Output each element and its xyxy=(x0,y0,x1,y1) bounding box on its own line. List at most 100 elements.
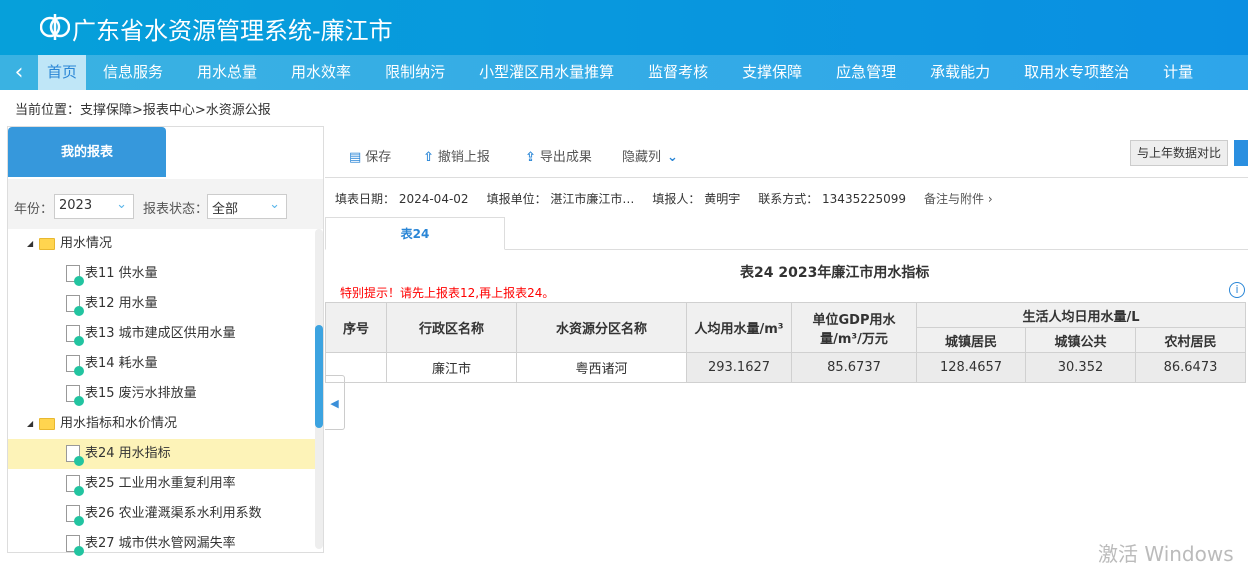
tab-table24[interactable]: 表24 xyxy=(325,217,505,250)
tree-folder[interactable]: ◢ 用水情况 xyxy=(8,229,316,259)
chevron-down-icon: ⌄ xyxy=(116,197,127,212)
extra-button[interactable] xyxy=(1234,140,1248,166)
report-info: 填表日期： 2024-04-02 填报单位： 湛江市廉江市… 填报人： 黄明宇 联系方… xyxy=(335,190,1011,207)
report-upload-icon xyxy=(66,295,84,316)
tree-item-selected[interactable]: 表24 用水指标 xyxy=(8,439,316,469)
col-urban: 城镇居民 xyxy=(916,327,1026,353)
report-upload-icon xyxy=(66,385,84,406)
tree-item[interactable]: 表25 工业用水重复利用率 xyxy=(8,469,316,499)
tree-item[interactable]: 表11 供水量 xyxy=(8,259,316,289)
caret-left-icon: ◀ xyxy=(330,397,339,410)
tab-my-reports[interactable]: 我的报表 xyxy=(8,127,166,177)
expand-triangle-icon[interactable]: ◢ xyxy=(27,229,33,259)
cell-gdp: 85.6737 xyxy=(791,352,917,383)
tree-item[interactable]: 表12 用水量 xyxy=(8,289,316,319)
app-title: 广东省水资源管理系统-廉江市 xyxy=(72,17,393,45)
report-upload-icon xyxy=(66,505,84,526)
nav-item[interactable]: 小型灌区用水量推算 xyxy=(462,55,631,90)
item-label: 表24 用水指标 xyxy=(85,446,171,461)
year-value: 2023 xyxy=(59,198,93,213)
tree-item[interactable]: 表26 农业灌溉渠系水利用系数 xyxy=(8,499,316,529)
export-icon: ⇪ xyxy=(525,150,536,165)
water-logo-icon xyxy=(40,14,70,40)
nav-item[interactable]: 用水效率 xyxy=(274,55,368,90)
item-label: 表15 废污水排放量 xyxy=(85,386,197,401)
indicator-table: 序号 行政区名称 水资源分区名称 人均用水量/m³ 单位GDP用水量/m³/万元… xyxy=(325,302,1246,383)
save-button[interactable]: ▤ 保存 xyxy=(349,146,391,165)
col-daily: 生活人均日用水量/L xyxy=(916,302,1246,328)
collapse-sidebar-button[interactable]: ◀ xyxy=(325,375,345,430)
nav-back-button[interactable]: ‹ xyxy=(0,60,38,85)
col-public: 城镇公共 xyxy=(1025,327,1136,353)
report-upload-icon xyxy=(66,445,84,466)
toolbar: ▤ 保存 ⇧ 撤销上报 ⇪ 导出成果 隐藏列 ⌄ 与上年数据对比 xyxy=(325,126,1248,178)
report-upload-icon xyxy=(66,265,84,286)
cell-seq xyxy=(325,352,387,383)
app-header: 广东省水资源管理系统-廉江市 xyxy=(0,0,1248,55)
col-region: 行政区名称 xyxy=(386,302,517,353)
report-sidebar: 我的报表 年份： 2023 ⌄ 报表状态： 全部 ⌄ ◢ 用水情况 表11 供水量 表… xyxy=(7,126,324,556)
tree-item[interactable]: 表15 废污水排放量 xyxy=(8,379,316,409)
nav-item[interactable]: 计量 xyxy=(1146,55,1210,90)
col-rural: 农村居民 xyxy=(1135,327,1246,353)
table-title: 表24 2023年廉江市用水指标 xyxy=(740,265,930,281)
nav-item-home[interactable]: 首页 xyxy=(38,55,87,90)
col-gdp: 单位GDP用水量/m³/万元 xyxy=(791,302,917,353)
save-label: 保存 xyxy=(365,150,392,165)
nav-item[interactable]: 监督考核 xyxy=(631,55,725,90)
tree-scrollbar-thumb[interactable] xyxy=(315,325,323,428)
cell-region: 廉江市 xyxy=(386,352,517,383)
report-upload-icon xyxy=(66,325,84,346)
report-upload-icon xyxy=(66,535,84,556)
tree-item[interactable]: 表13 城市建成区供用水量 xyxy=(8,319,316,349)
tree-item[interactable]: 表14 耗水量 xyxy=(8,349,316,379)
save-icon: ▤ xyxy=(349,150,362,165)
export-button[interactable]: ⇪ 导出成果 xyxy=(525,146,592,165)
fill-person: 填报人： 黄明宇 xyxy=(652,192,741,206)
chevron-down-icon: ⌄ xyxy=(269,197,280,212)
report-upload-icon xyxy=(66,355,84,376)
attachments-link[interactable]: 备注与附件 › xyxy=(924,192,993,206)
item-label: 表11 供水量 xyxy=(85,266,158,281)
nav-item[interactable]: 取用水专项整治 xyxy=(1007,55,1146,90)
hide-label: 隐藏列 xyxy=(622,150,662,165)
contact: 联系方式： 13435225099 xyxy=(758,192,907,206)
item-label: 表13 城市建成区供用水量 xyxy=(85,326,236,341)
col-basin: 水资源分区名称 xyxy=(516,302,687,353)
revoke-button[interactable]: ⇧ 撤销上报 xyxy=(423,146,490,165)
status-select[interactable]: 全部 ⌄ xyxy=(207,194,287,219)
breadcrumb: 当前位置：支撑保障>报表中心>水资源公报 xyxy=(15,103,271,118)
tree-folder[interactable]: ◢ 用水指标和水价情况 xyxy=(8,409,316,439)
table-row: 廉江市 粤西诸河 293.1627 85.6737 128.4657 30.35… xyxy=(325,352,1246,383)
warning-text: 特别提示！请先上报表12,再上报表24。 xyxy=(340,286,555,300)
info-icon[interactable]: i xyxy=(1229,282,1245,298)
hide-columns-dropdown[interactable]: 隐藏列 ⌄ xyxy=(622,146,682,165)
nav-item[interactable]: 限制纳污 xyxy=(368,55,462,90)
export-label: 导出成果 xyxy=(539,150,592,165)
cell-urban: 128.4657 xyxy=(916,352,1026,383)
col-seq: 序号 xyxy=(325,302,387,353)
nav-item-support[interactable]: 支撑保障 xyxy=(725,55,819,90)
nav-item[interactable]: 承载能力 xyxy=(913,55,1007,90)
tree-item[interactable]: 表27 城市供水管网漏失率 xyxy=(8,529,316,559)
report-upload-icon xyxy=(66,475,84,496)
item-label: 表25 工业用水重复利用率 xyxy=(85,476,236,491)
nav-item[interactable]: 用水总量 xyxy=(180,55,274,90)
main-nav: ‹ 首页 信息服务 用水总量 用水效率 限制纳污 小型灌区用水量推算 监督考核 … xyxy=(0,55,1248,90)
report-tree: ◢ 用水情况 表11 供水量 表12 用水量 表13 城市建成区供用水量 表14 … xyxy=(8,229,316,559)
cell-rural: 86.6473 xyxy=(1135,352,1246,383)
sheet-tabs: 表24 xyxy=(325,217,1248,250)
folder-label: 用水指标和水价情况 xyxy=(60,416,178,431)
folder-icon xyxy=(39,418,55,430)
item-label: 表26 农业灌溉渠系水利用系数 xyxy=(85,506,262,521)
item-label: 表14 耗水量 xyxy=(85,356,158,371)
compare-last-year-button[interactable]: 与上年数据对比 xyxy=(1130,140,1228,166)
filters: 年份： 2023 ⌄ 报表状态： 全部 ⌄ xyxy=(8,179,323,229)
expand-triangle-icon[interactable]: ◢ xyxy=(27,409,33,439)
year-select[interactable]: 2023 ⌄ xyxy=(54,194,134,219)
nav-item[interactable]: 信息服务 xyxy=(86,55,180,90)
item-label: 表27 城市供水管网漏失率 xyxy=(85,536,236,551)
folder-label: 用水情况 xyxy=(60,236,113,251)
nav-item[interactable]: 应急管理 xyxy=(819,55,913,90)
cell-basin: 粤西诸河 xyxy=(516,352,687,383)
